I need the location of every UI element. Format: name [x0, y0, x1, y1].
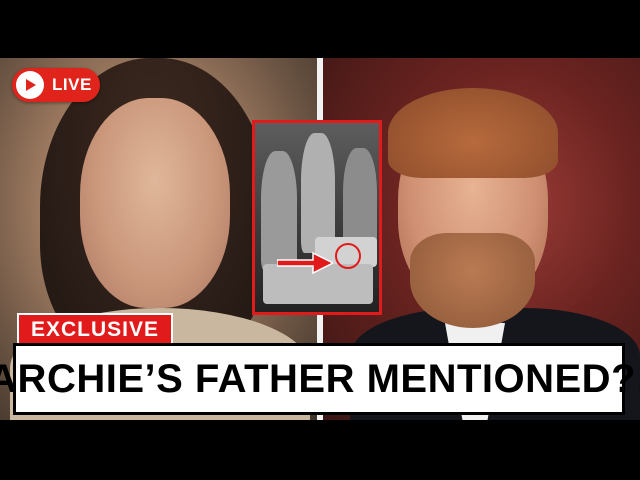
inset-figure-man [301, 133, 335, 253]
headline-text: “ARCHIE’S FATHER MENTIONED?!” [0, 356, 640, 401]
woman-face [80, 98, 230, 308]
inset-photo [252, 120, 382, 315]
exclusive-tag: EXCLUSIVE [17, 313, 174, 347]
headline-banner: “ARCHIE’S FATHER MENTIONED?!” [0, 343, 640, 415]
man-hair [388, 88, 558, 178]
live-badge: LIVE [12, 68, 100, 102]
red-arrow-icon [277, 251, 333, 275]
man-beard [410, 233, 535, 328]
live-label: LIVE [52, 75, 92, 94]
highlight-circle [335, 243, 361, 269]
play-icon [16, 71, 44, 99]
